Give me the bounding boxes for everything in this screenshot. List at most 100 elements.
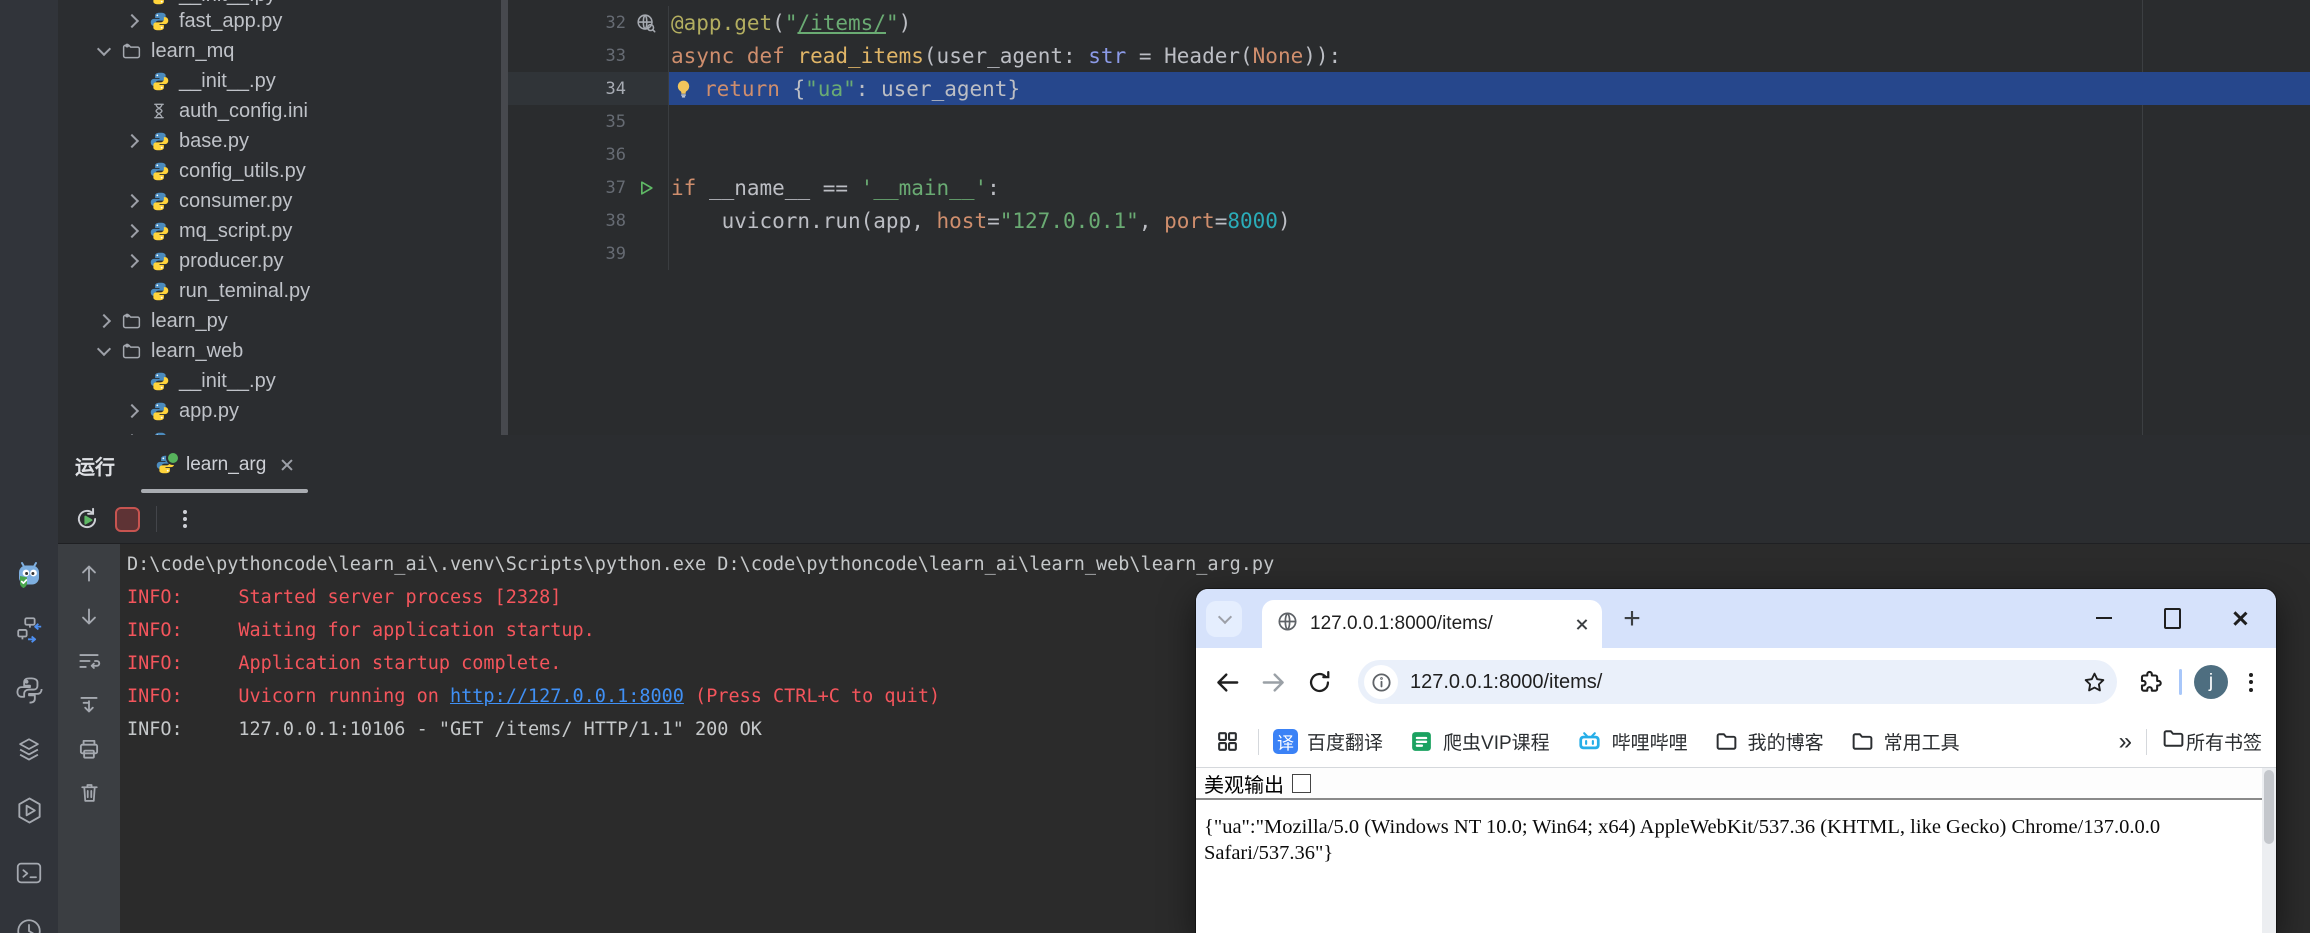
- print-icon[interactable]: [76, 736, 102, 767]
- profile-avatar[interactable]: j: [2194, 665, 2228, 699]
- arrow-up-icon[interactable]: [76, 560, 102, 591]
- chevron-right-icon[interactable]: [124, 254, 138, 268]
- console-text: INFO: Waiting for application startup.: [127, 620, 595, 641]
- chevron-down-icon[interactable]: [96, 344, 110, 358]
- tab-search-button[interactable]: [1206, 601, 1242, 637]
- endpoint-globe-icon[interactable]: [626, 12, 666, 34]
- chevron-right-icon[interactable]: [124, 14, 138, 28]
- chevron-right-icon[interactable]: [124, 194, 138, 208]
- chevron-right-icon: [124, 164, 138, 178]
- python-file-icon: [148, 130, 170, 152]
- tree-item[interactable]: __init__.py: [58, 366, 508, 396]
- maximize-button[interactable]: [2150, 597, 2194, 639]
- editor-line[interactable]: 36: [508, 138, 2310, 171]
- page-scrollbar[interactable]: [2262, 768, 2276, 933]
- code-editor[interactable]: 32@app.get("/items/")33async def read_it…: [508, 0, 2310, 436]
- tree-item[interactable]: fast_app.py: [58, 6, 508, 36]
- close-tab-icon[interactable]: [280, 458, 294, 472]
- minimize-button[interactable]: [2082, 597, 2126, 639]
- tree-item[interactable]: base.py: [58, 126, 508, 156]
- packages-layers-icon[interactable]: [13, 734, 45, 766]
- bookmark-item[interactable]: 我的博客: [1714, 728, 1824, 755]
- bookmark-label: 哔哩哔哩: [1612, 728, 1688, 755]
- tree-item[interactable]: __init__.py: [58, 66, 508, 96]
- baidu-translate-badge: 译: [1273, 729, 1298, 754]
- apps-grid-icon[interactable]: [1210, 725, 1244, 759]
- extensions-puzzle-icon[interactable]: [2133, 665, 2167, 699]
- code-token: ,: [1139, 209, 1164, 233]
- tree-item[interactable]: auth_config.ini: [58, 96, 508, 126]
- editor-line[interactable]: 34return {"ua": user_agent}: [508, 72, 2310, 105]
- reload-button[interactable]: [1302, 665, 1336, 699]
- bookmark-item[interactable]: 常用工具: [1850, 728, 1960, 755]
- tree-item[interactable]: run_teminal.py: [58, 276, 508, 306]
- editor-line[interactable]: 35: [508, 105, 2310, 138]
- tree-item[interactable]: mq_script.py: [58, 216, 508, 246]
- editor-line[interactable]: 32@app.get("/items/"): [508, 6, 2310, 39]
- clear-all-trash-icon[interactable]: [77, 780, 102, 810]
- close-window-button[interactable]: [2218, 597, 2262, 639]
- editor-line[interactable]: 39: [508, 237, 2310, 270]
- code-token: __name__ ==: [696, 176, 860, 200]
- chrome-menu-kebab-icon[interactable]: [2240, 669, 2262, 695]
- editor-line[interactable]: 37if __name__ == '__main__':: [508, 171, 2310, 204]
- pretty-output-checkbox[interactable]: [1292, 774, 1311, 793]
- chevron-right-icon[interactable]: [124, 134, 138, 148]
- tree-item[interactable]: [58, 426, 508, 435]
- forward-button[interactable]: [1256, 665, 1290, 699]
- mascot-plugin-icon[interactable]: [13, 558, 45, 590]
- tree-folder-learn_py[interactable]: learn_py: [58, 306, 508, 336]
- all-bookmarks-button[interactable]: 所有书签: [2161, 726, 2262, 757]
- code-token: /items/: [797, 11, 886, 35]
- line-number: 32: [508, 13, 626, 33]
- services-flow-icon[interactable]: [13, 613, 45, 645]
- tree-item[interactable]: app.py: [58, 396, 508, 426]
- more-options-kebab-icon[interactable]: [172, 506, 198, 532]
- editor-line[interactable]: 38 uvicorn.run(app, host="127.0.0.1", po…: [508, 204, 2310, 237]
- address-bar[interactable]: 127.0.0.1:8000/items/: [1358, 660, 2117, 704]
- python-console-icon[interactable]: [13, 674, 45, 706]
- scroll-to-end-icon[interactable]: [76, 692, 102, 723]
- clock-icon[interactable]: [13, 915, 45, 933]
- chevron-right-icon[interactable]: [96, 314, 110, 328]
- run-gutter-icon[interactable]: [626, 178, 666, 198]
- tree-item[interactable]: consumer.py: [58, 186, 508, 216]
- code-token: "ua": [805, 77, 856, 101]
- active-tab-underline: [141, 489, 308, 493]
- panel-splitter[interactable]: [501, 0, 508, 435]
- python-file-icon: [148, 160, 170, 182]
- close-tab-icon[interactable]: [1575, 618, 1588, 631]
- code-token: def: [747, 44, 785, 68]
- tree-folder-learn_web[interactable]: learn_web: [58, 336, 508, 366]
- bookmarks-overflow-chevron[interactable]: »: [2119, 728, 2132, 756]
- code-token: )):: [1303, 44, 1341, 68]
- soft-wrap-icon[interactable]: [76, 648, 102, 679]
- python-file-icon: [148, 370, 170, 392]
- site-info-icon[interactable]: [1364, 665, 1398, 699]
- chevron-right-icon[interactable]: [124, 404, 138, 418]
- tree-item[interactable]: config_utils.py: [58, 156, 508, 186]
- bookmark-item[interactable]: 哔哩哔哩: [1576, 728, 1688, 755]
- intention-bulb-icon[interactable]: [673, 78, 694, 99]
- editor-line[interactable]: 33async def read_items(user_agent: str =…: [508, 39, 2310, 72]
- stop-button[interactable]: [115, 507, 140, 532]
- new-tab-button[interactable]: +: [1616, 603, 1648, 635]
- browser-tab-active[interactable]: 127.0.0.1:8000/items/: [1262, 600, 1602, 648]
- arrow-down-icon[interactable]: [76, 604, 102, 635]
- bookmark-star-icon[interactable]: [2079, 667, 2109, 697]
- chevron-right-icon[interactable]: [124, 224, 138, 238]
- bookmark-item[interactable]: 爬虫VIP课程: [1409, 728, 1550, 755]
- bookmark-item[interactable]: 译百度翻译: [1273, 728, 1383, 755]
- tree-item[interactable]: producer.py: [58, 246, 508, 276]
- terminal-icon[interactable]: [13, 857, 45, 889]
- console-link[interactable]: http://127.0.0.1:8000: [450, 686, 684, 707]
- tree-folder-learn_mq[interactable]: learn_mq: [58, 36, 508, 66]
- services-run-icon[interactable]: [13, 794, 45, 826]
- rerun-button[interactable]: [74, 506, 100, 532]
- back-button[interactable]: [1210, 665, 1244, 699]
- tab-title: 127.0.0.1:8000/items/: [1310, 613, 1575, 635]
- tree-item-label: learn_py: [151, 310, 228, 333]
- chevron-down-icon[interactable]: [96, 44, 110, 58]
- run-tab-learn-arg[interactable]: learn_arg: [141, 435, 308, 495]
- url-text[interactable]: 127.0.0.1:8000/items/: [1410, 671, 2079, 694]
